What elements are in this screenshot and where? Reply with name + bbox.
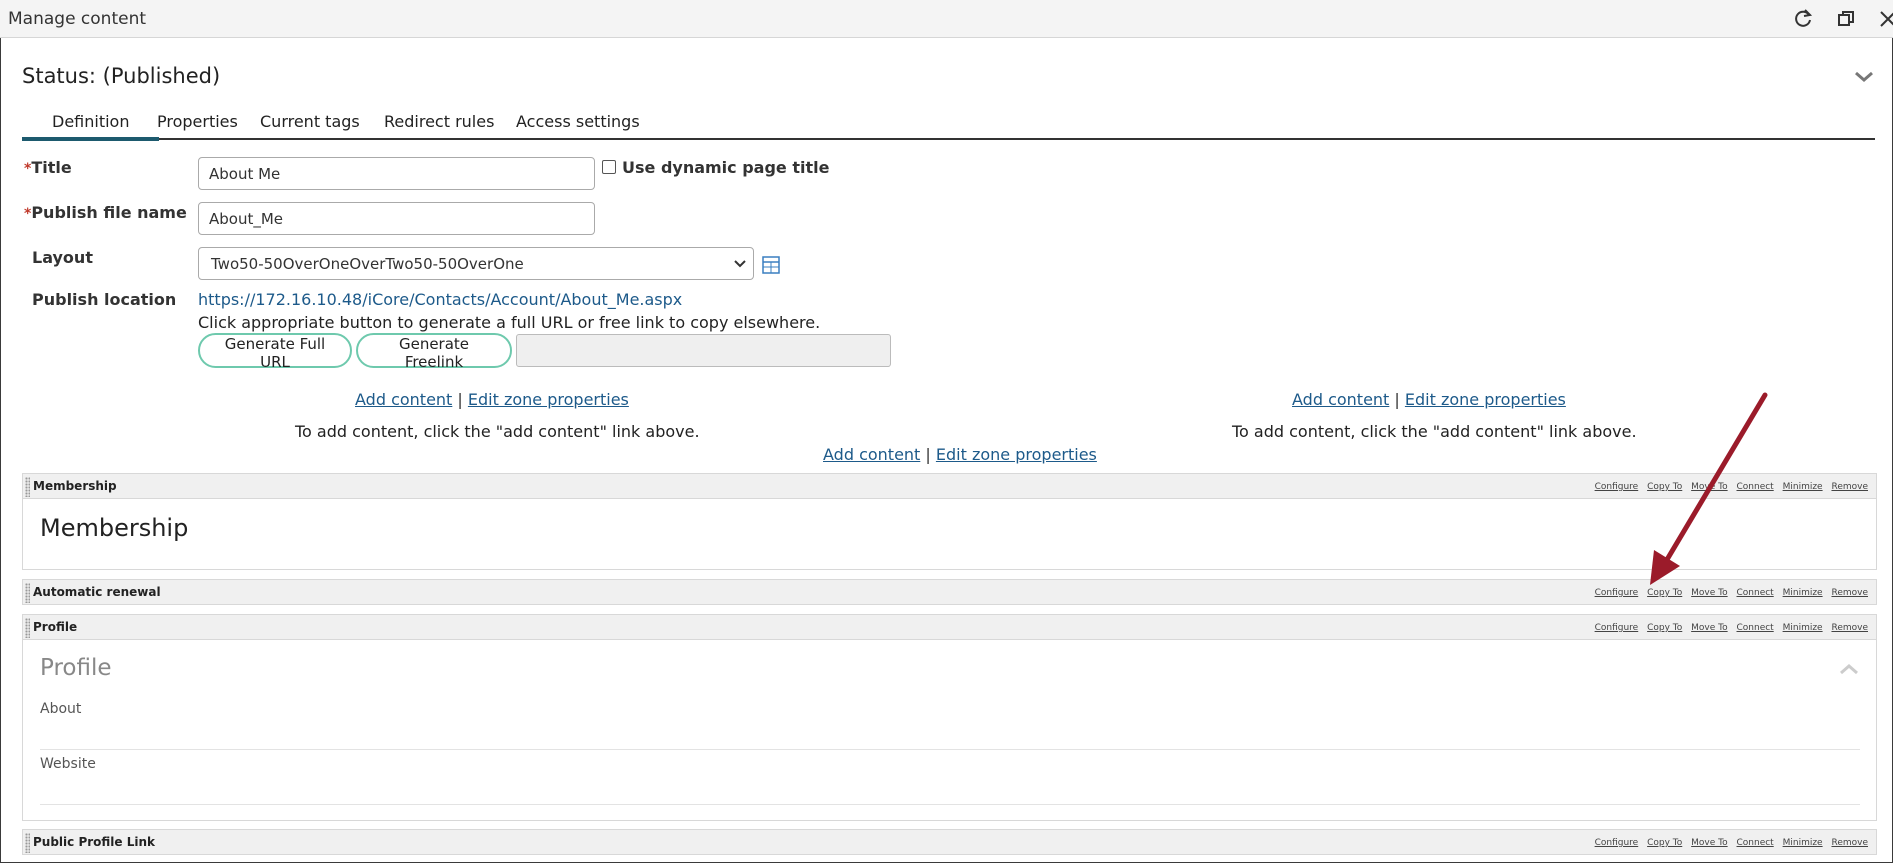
configure-link[interactable]: Configure xyxy=(1595,482,1639,492)
part-header-membership: Membership Configure Copy To Move To Con… xyxy=(22,473,1877,499)
part-header-public-profile-link: Public Profile Link Configure Copy To Mo… xyxy=(22,829,1877,855)
publish-location-label: Publish location xyxy=(32,290,177,309)
profile-field-about: About xyxy=(40,701,82,717)
part-actions: Configure Copy To Move To Connect Minimi… xyxy=(1589,623,1868,633)
edit-zone-properties-link[interactable]: Edit zone properties xyxy=(468,390,629,409)
drag-handle-icon[interactable] xyxy=(25,583,30,603)
remove-link[interactable]: Remove xyxy=(1831,623,1868,633)
drag-handle-icon[interactable] xyxy=(25,477,30,497)
part-actions: Configure Copy To Move To Connect Minimi… xyxy=(1589,588,1868,598)
edit-zone-properties-link[interactable]: Edit zone properties xyxy=(1405,390,1566,409)
title-input[interactable] xyxy=(198,157,595,190)
window-title: Manage content xyxy=(8,9,147,29)
chevron-up-icon[interactable] xyxy=(1838,658,1860,680)
minimize-link[interactable]: Minimize xyxy=(1783,588,1823,598)
part-title: Automatic renewal xyxy=(33,585,161,599)
remove-link[interactable]: Remove xyxy=(1831,838,1868,848)
part-body-profile: Profile About Website xyxy=(22,640,1877,821)
minimize-link[interactable]: Minimize xyxy=(1783,623,1823,633)
publish-file-input[interactable] xyxy=(198,202,595,235)
configure-link[interactable]: Configure xyxy=(1595,623,1639,633)
zone-center-links: Add content | Edit zone properties xyxy=(823,445,1097,464)
profile-field-website: Website xyxy=(40,756,96,772)
layout-select[interactable]: Two50-50OverOneOverTwo50-50OverOne xyxy=(198,247,754,280)
connect-link[interactable]: Connect xyxy=(1737,623,1774,633)
configure-link[interactable]: Configure xyxy=(1595,838,1639,848)
divider xyxy=(40,749,1860,750)
layout-label: Layout xyxy=(32,248,93,267)
move-to-link[interactable]: Move To xyxy=(1691,482,1727,492)
generated-link-field[interactable] xyxy=(516,334,891,367)
connect-link[interactable]: Connect xyxy=(1737,588,1774,598)
page-status: Status: (Published) xyxy=(22,64,221,88)
membership-heading: Membership xyxy=(40,514,189,542)
move-to-link[interactable]: Move To xyxy=(1691,838,1727,848)
zone-right-links: Add content | Edit zone properties xyxy=(1292,390,1566,409)
move-to-link[interactable]: Move To xyxy=(1691,588,1727,598)
copy-to-link[interactable]: Copy To xyxy=(1647,838,1682,848)
move-to-link[interactable]: Move To xyxy=(1691,623,1727,633)
drag-handle-icon[interactable] xyxy=(25,618,30,638)
part-title: Membership xyxy=(33,479,117,493)
connect-link[interactable]: Connect xyxy=(1737,838,1774,848)
copy-to-link[interactable]: Copy To xyxy=(1647,482,1682,492)
chevron-down-icon xyxy=(733,257,747,271)
add-content-link[interactable]: Add content xyxy=(1292,390,1389,409)
divider xyxy=(40,804,1860,805)
part-header-profile: Profile Configure Copy To Move To Connec… xyxy=(22,614,1877,640)
copy-to-link[interactable]: Copy To xyxy=(1647,623,1682,633)
zone-right-hint: To add content, click the "add content" … xyxy=(1232,422,1637,441)
tab-access-settings[interactable]: Access settings xyxy=(486,112,670,137)
dynamic-title-checkbox[interactable] xyxy=(602,160,616,174)
add-content-link[interactable]: Add content xyxy=(355,390,452,409)
part-actions: Configure Copy To Move To Connect Minimi… xyxy=(1589,482,1868,492)
title-bar: Manage content xyxy=(0,0,1893,38)
chevron-down-icon[interactable] xyxy=(1853,66,1875,88)
close-icon[interactable] xyxy=(1876,7,1893,31)
title-label: *Title xyxy=(24,158,72,177)
zone-left-hint: To add content, click the "add content" … xyxy=(295,422,700,441)
restore-icon[interactable] xyxy=(1834,7,1858,31)
profile-heading: Profile xyxy=(40,655,112,681)
edit-zone-properties-link[interactable]: Edit zone properties xyxy=(936,445,1097,464)
publish-hint: Click appropriate button to generate a f… xyxy=(198,313,821,332)
part-title: Profile xyxy=(33,620,78,634)
publish-file-label: *Publish file name xyxy=(24,203,187,222)
remove-link[interactable]: Remove xyxy=(1831,588,1868,598)
connect-link[interactable]: Connect xyxy=(1737,482,1774,492)
tab-bar: Definition Properties Current tags Redir… xyxy=(22,108,1875,141)
part-actions: Configure Copy To Move To Connect Minimi… xyxy=(1589,838,1868,848)
part-title: Public Profile Link xyxy=(33,835,156,849)
refresh-icon[interactable] xyxy=(1791,7,1815,31)
configure-link[interactable]: Configure xyxy=(1595,588,1639,598)
add-content-link[interactable]: Add content xyxy=(823,445,920,464)
zone-left-links: Add content | Edit zone properties xyxy=(355,390,629,409)
publish-location-link[interactable]: https://172.16.10.48/iCore/Contacts/Acco… xyxy=(198,290,682,309)
part-header-automatic-renewal: Automatic renewal Configure Copy To Move… xyxy=(22,579,1877,605)
part-body-membership: Membership xyxy=(22,499,1877,570)
drag-handle-icon[interactable] xyxy=(25,833,30,853)
copy-to-link[interactable]: Copy To xyxy=(1647,588,1682,598)
minimize-link[interactable]: Minimize xyxy=(1783,482,1823,492)
generate-full-url-button[interactable]: Generate Full URL xyxy=(198,333,352,371)
layout-preview-icon[interactable] xyxy=(762,256,780,274)
remove-link[interactable]: Remove xyxy=(1831,482,1868,492)
generate-freelink-button[interactable]: Generate Freelink xyxy=(356,333,512,371)
minimize-link[interactable]: Minimize xyxy=(1783,838,1823,848)
dynamic-title-label: Use dynamic page title xyxy=(622,158,830,177)
